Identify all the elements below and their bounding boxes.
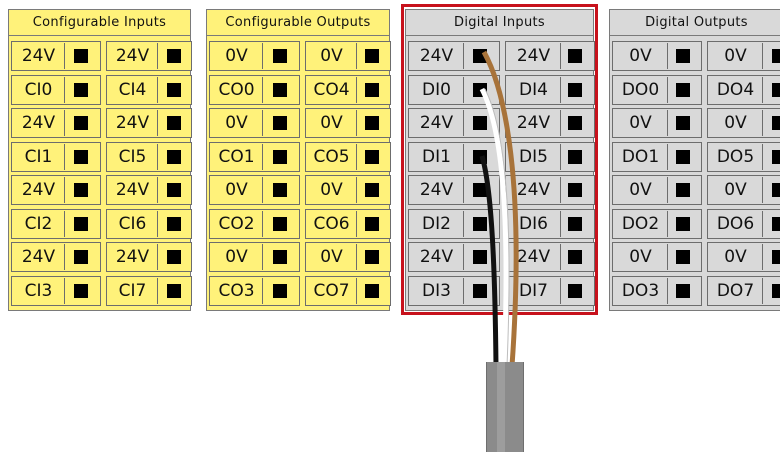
black-wire — [479, 155, 499, 367]
wires — [479, 50, 519, 367]
cable — [486, 362, 524, 452]
